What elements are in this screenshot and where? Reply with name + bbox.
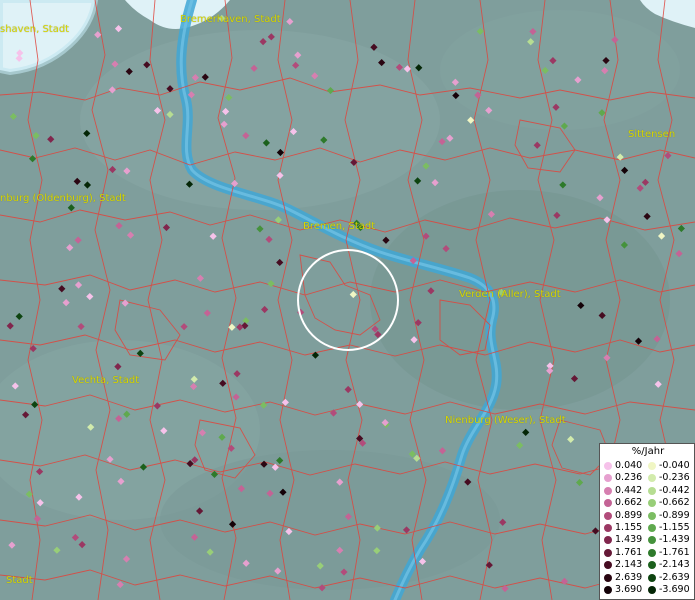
legend-value: 1.155 [615,522,643,533]
legend-value: -1.155 [659,522,690,533]
legend-swatch [648,486,656,495]
legend-swatch [604,474,612,483]
legend-value: -0.236 [659,472,690,484]
legend-row: 0.442 -0.442 [600,485,695,497]
legend-swatch [648,536,656,545]
legend-value: 0.040 [615,460,643,471]
legend-value: -0.899 [659,509,690,521]
legend-value: 0.236 [615,472,643,484]
legend-value: 0.442 [615,484,643,496]
legend-row: 0.662 -0.662 [600,497,695,509]
legend-swatch [648,548,656,557]
legend-row: 0.040 -0.040 [600,460,695,472]
legend-swatch [604,586,612,594]
legend-swatch [604,524,612,532]
legend-row: 0.236 -0.236 [600,472,695,484]
place-label: Bremerhaven, Stadt [180,14,281,25]
place-label: Stadt [6,575,33,586]
legend-row: 1.761 -1.761 [600,547,695,559]
legend-row: 1.439 -1.439 [600,534,695,546]
legend-swatch [604,511,612,520]
legend-value: -2.143 [659,559,690,571]
legend-value: -3.690 [659,584,690,595]
legend-swatch [648,586,656,594]
legend-value: -0.442 [659,484,690,496]
legend-swatch [648,474,656,483]
legend-value: -2.639 [659,571,690,583]
legend-swatch [648,561,656,570]
legend-value: -1.761 [659,546,690,558]
legend-value: -0.662 [659,497,690,509]
legend-row: 0.899 -0.899 [600,510,695,522]
legend-row: 3.690 -3.690 [600,584,695,596]
legend-swatch [648,499,656,508]
legend-swatch [604,486,612,495]
legend-swatch [648,524,656,532]
legend-value: -0.040 [659,460,690,471]
place-label: shaven, Stadt [0,24,70,35]
legend-value: 0.899 [615,509,643,521]
legend-swatch [604,462,612,470]
legend-swatch [648,573,656,582]
legend-swatch [604,573,612,582]
place-label: Vechta, Stadt [72,375,140,386]
place-label: Bremen, Stadt [303,221,376,232]
legend-swatch [648,511,656,520]
legend-swatch [604,561,612,570]
legend-value: 1.439 [615,534,643,546]
legend-swatch [604,548,612,557]
place-label: Nienburg (Weser), Stadt [445,415,566,426]
legend-value: 3.690 [615,584,643,595]
legend-row: 1.155 -1.155 [600,522,695,534]
legend-value: 2.639 [615,571,643,583]
place-label: Sittensen [628,129,676,140]
legend-swatch [648,462,656,470]
legend-swatch [604,499,612,508]
place-label: nburg (Oldenburg), Stadt [0,193,126,204]
legend-value: -1.439 [659,534,690,546]
legend: %/Jahr 0.040 -0.040 0.236 -0.236 0.442 -0.442… [599,443,695,600]
map-canvas[interactable] [0,0,695,600]
legend-value: 0.662 [615,497,643,509]
place-label: Verden (Aller), Stadt [459,289,561,300]
legend-row: 2.143 -2.143 [600,559,695,571]
legend-value: 1.761 [615,546,643,558]
legend-swatch [604,536,612,545]
legend-title: %/Jahr [631,446,665,457]
legend-row: 2.639 -2.639 [600,572,695,584]
legend-value: 2.143 [615,559,643,571]
